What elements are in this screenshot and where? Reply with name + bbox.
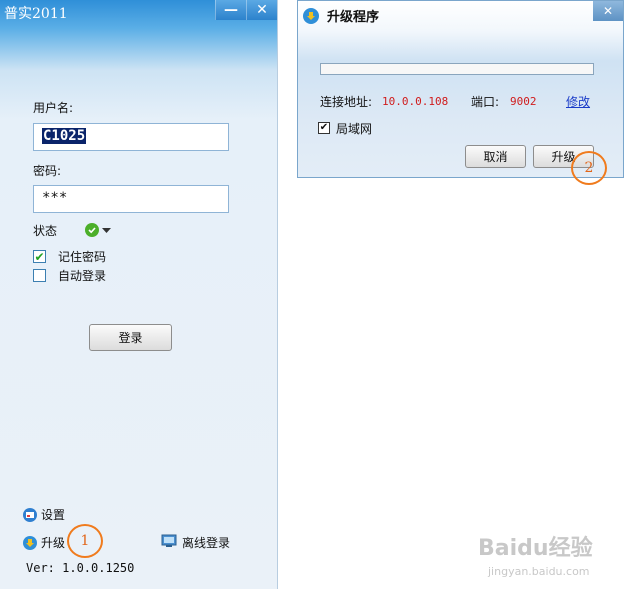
modify-link[interactable]: 修改 [566, 93, 590, 110]
watermark-url: jingyan.baidu.com [488, 565, 590, 578]
dialog-titlebar: 升级程序 [303, 6, 379, 25]
upgrade-icon [23, 535, 37, 550]
window-title: 普实2011 [4, 6, 68, 22]
port-value: 9002 [510, 95, 537, 108]
port-label: 端口: [471, 95, 500, 109]
address-value: 10.0.0.108 [382, 95, 449, 108]
chevron-down-icon [102, 223, 111, 237]
address-label: 连接地址: [320, 95, 373, 109]
online-status-icon [85, 223, 99, 237]
settings-icon [23, 507, 37, 522]
lan-checkbox[interactable]: ✔ [318, 122, 330, 134]
upgrade-progress-bar [320, 63, 594, 75]
offline-login-link[interactable]: 离线登录 [161, 534, 230, 551]
close-button[interactable]: ✕ [246, 0, 277, 20]
password-label: 密码: [33, 164, 62, 178]
minimize-button[interactable]: — [215, 0, 246, 20]
login-button[interactable]: 登录 [89, 324, 172, 351]
upgrade-dialog: 升级程序 ✕ 连接地址: 10.0.0.108 端口: 9002 修改 ✔ 局域… [297, 0, 624, 185]
upgrade-link[interactable]: 升级 [23, 534, 65, 551]
username-label: 用户名: [33, 101, 74, 115]
watermark-brand: Baidu经验 [478, 536, 593, 561]
window-controls: — ✕ [215, 0, 277, 20]
settings-link[interactable]: 设置 [23, 506, 65, 523]
version-label: Ver: 1.0.0.1250 [26, 561, 135, 575]
cancel-button[interactable]: 取消 [465, 145, 526, 168]
offline-login-icon [161, 534, 177, 551]
auto-login-label: 自动登录 [58, 269, 107, 283]
remember-password-checkbox[interactable]: ✔ [33, 250, 46, 263]
upgrade-label: 升级 [41, 536, 66, 550]
username-value: C1025 [42, 128, 87, 144]
remember-password-label: 记住密码 [58, 250, 107, 264]
password-value: *** [42, 190, 68, 206]
status-dropdown[interactable] [85, 223, 111, 237]
dialog-close-button[interactable]: ✕ [593, 1, 623, 21]
offline-login-label: 离线登录 [182, 536, 231, 550]
upgrade-app-icon [303, 7, 319, 24]
step-marker-2: 2 [571, 151, 607, 185]
status-label: 状态 [33, 224, 58, 238]
step-marker-1: 1 [67, 524, 103, 558]
password-field[interactable]: *** [33, 185, 229, 213]
lan-label: 局域网 [336, 122, 373, 136]
username-field[interactable]: C1025 [33, 123, 229, 151]
auto-login-checkbox[interactable] [33, 269, 46, 282]
login-window: 普实2011 — ✕ 用户名: C1025 密码: *** 状态 ✔ 记住密码 … [0, 0, 278, 589]
dialog-title: 升级程序 [327, 10, 380, 25]
settings-label: 设置 [41, 508, 66, 522]
